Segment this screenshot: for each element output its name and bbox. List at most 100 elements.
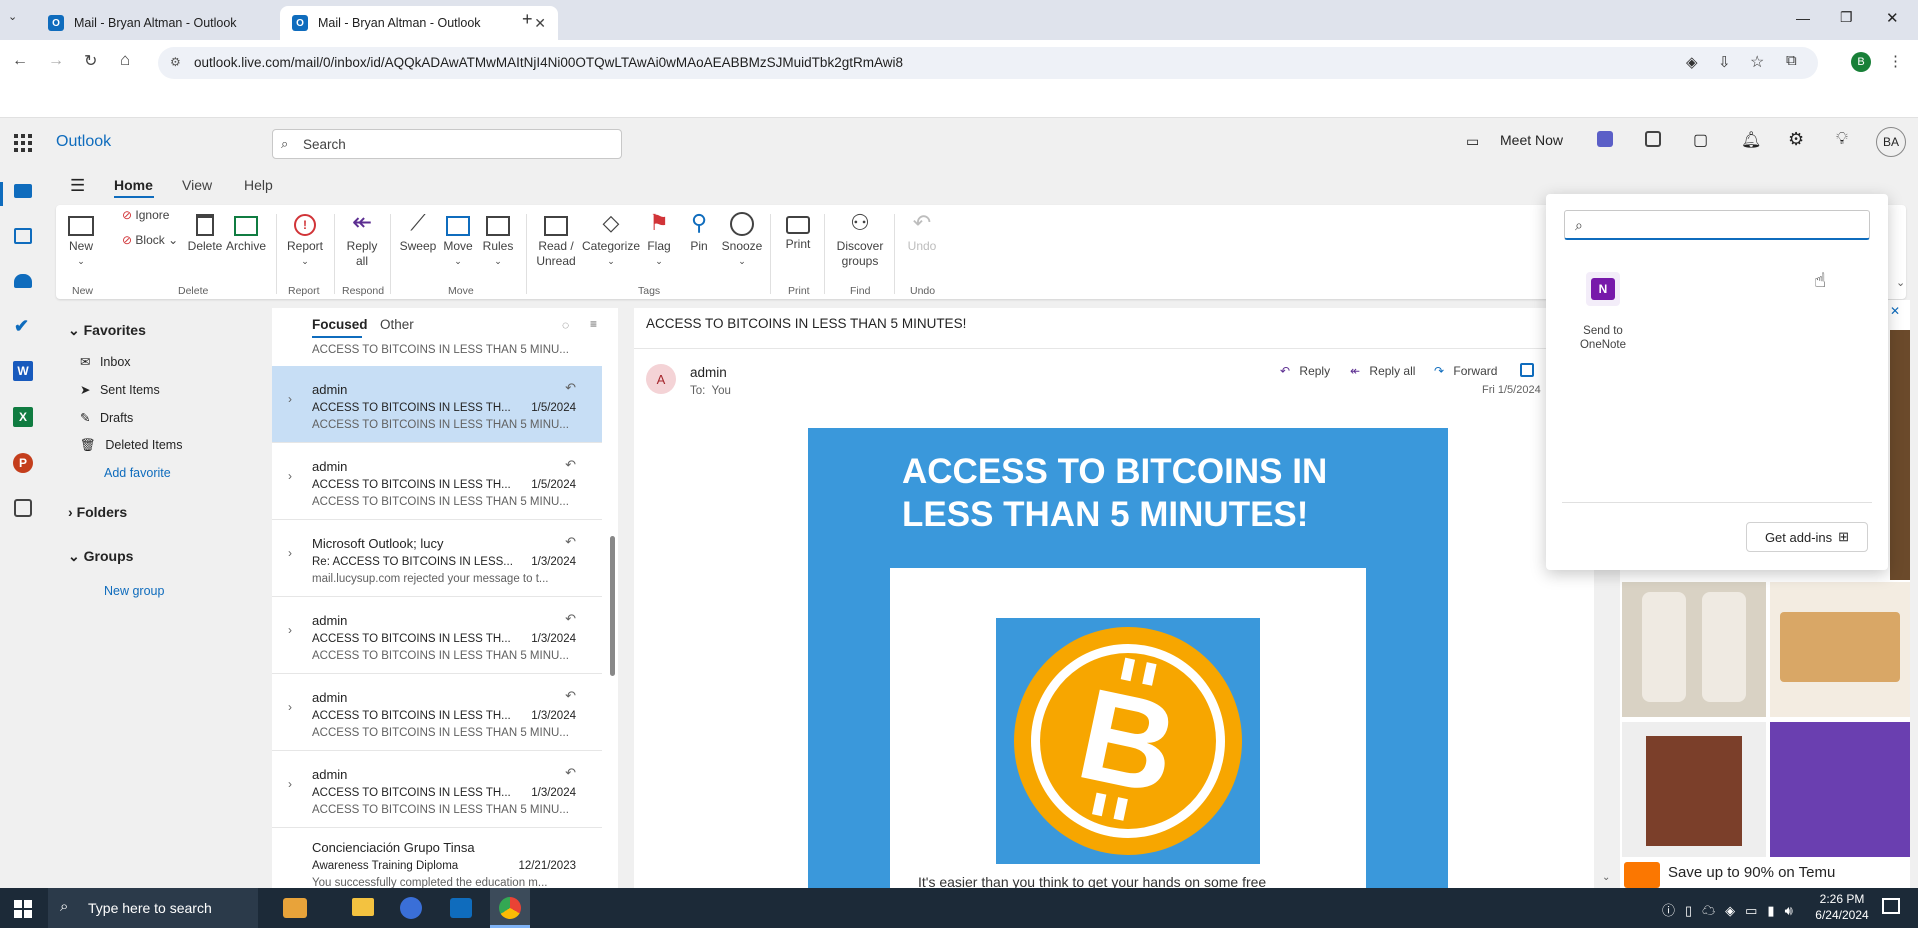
notifications-icon[interactable]: 🔔︎ [1741, 130, 1761, 150]
list-item[interactable]: Concienciación Grupo Tinsa Awareness Trai… [272, 828, 602, 888]
read-unread-button[interactable]: Read / Unread [534, 210, 578, 269]
sender-avatar[interactable]: A [646, 364, 676, 394]
address-bar[interactable]: ⚙ outlook.live.com/mail/0/inbox/id/AQQkA… [158, 47, 1818, 79]
taskbar-search[interactable]: ⌕ Type here to search [48, 888, 258, 928]
forward-icon[interactable]: → [48, 52, 64, 70]
flag-button[interactable]: ⚑ Flag ⌄ [644, 210, 674, 269]
system-tray-icons[interactable]: ⓘ▯☁◈▭▮🔊︎ [1662, 900, 1803, 919]
browser-tab[interactable]: OMail - Bryan Altman - Outlook✕ [36, 6, 314, 40]
list-item[interactable]: › Microsoft Outlook; lucy ↶ Re: ACCESS TO B… [272, 520, 602, 597]
chrome-taskbar-button[interactable] [490, 888, 530, 928]
list-item[interactable]: › admin ↶ ACCESS TO BITCOINS IN LESS TH... 1… [272, 443, 602, 520]
collapse-nav-icon[interactable]: ☰ [70, 176, 85, 196]
tab-focused[interactable]: Focused [312, 317, 368, 332]
tab-view[interactable]: View [182, 177, 212, 193]
new-group-link[interactable]: New group [104, 584, 164, 598]
close-tab-icon[interactable]: ✕ [534, 15, 546, 32]
notification-center-icon[interactable] [1882, 898, 1900, 914]
video-icon[interactable]: ▭ [1466, 133, 1479, 150]
expand-chevron-icon[interactable]: › [288, 700, 292, 714]
filter-icon[interactable]: ≡ [590, 317, 597, 331]
new-mail-button[interactable]: New ⌄ [62, 210, 100, 269]
outlook-taskbar-icon[interactable] [450, 898, 472, 918]
apps-icon[interactable] [1520, 363, 1534, 377]
office-icon[interactable] [1645, 131, 1661, 147]
favorites-header[interactable]: ⌄ Favorites [68, 322, 146, 339]
extensions-icon[interactable]: ⧉ [1786, 52, 1797, 69]
ad-image-jewelry-box[interactable] [1622, 722, 1766, 857]
reply-button[interactable]: ↶ Reply [1280, 364, 1330, 378]
pin-button[interactable]: ⚲ Pin [684, 210, 714, 254]
app-circle-icon[interactable] [400, 897, 422, 919]
reload-icon[interactable]: ↻ [84, 51, 97, 71]
report-button[interactable]: ! Report ⌄ [284, 210, 326, 269]
reply-all-action[interactable]: ↞ Reply all [1350, 364, 1415, 378]
expand-chevron-icon[interactable]: › [288, 469, 292, 483]
back-icon[interactable]: ← [12, 52, 28, 70]
teams-icon[interactable] [1597, 131, 1613, 147]
account-avatar[interactable]: BA [1876, 127, 1906, 157]
onenote-icon[interactable]: N [1586, 272, 1620, 306]
tracking-icon[interactable]: ◈ [1686, 53, 1698, 71]
list-item-partial[interactable]: ACCESS TO BITCOINS IN LESS THAN 5 MINU..… [312, 344, 569, 356]
folder-inbox[interactable]: ✉︎ Inbox [80, 354, 131, 369]
maximize-icon[interactable]: ❐ [1840, 9, 1853, 26]
ignore-button[interactable]: ⊘ Ignore [122, 208, 169, 222]
folder-drafts[interactable]: ✎ Drafts [80, 410, 133, 425]
minimize-icon[interactable]: — [1796, 10, 1810, 26]
delete-button[interactable]: Delete [184, 210, 226, 254]
list-item[interactable]: › admin ↶ ACCESS TO BITCOINS IN LESS TH... 1… [272, 366, 602, 443]
calendar-icon[interactable] [14, 228, 32, 244]
undo-button[interactable]: ↶ Undo [902, 210, 942, 254]
discover-groups-button[interactable]: ⚇ Discover groups [832, 210, 888, 269]
ad-close-icon[interactable]: ✕ [1890, 304, 1900, 318]
install-icon[interactable]: ⇩ [1718, 53, 1731, 71]
expand-chevron-icon[interactable]: › [288, 546, 292, 560]
ad-image-flowers[interactable] [1770, 722, 1910, 857]
archive-button[interactable]: Archive [224, 210, 268, 254]
file-explorer-icon[interactable] [352, 898, 374, 916]
expand-chevron-icon[interactable]: › [288, 777, 292, 791]
windows-start-icon[interactable] [14, 900, 32, 918]
people-icon[interactable] [14, 274, 32, 288]
home-icon[interactable]: ⌂ [120, 50, 130, 70]
sender-name[interactable]: admin [690, 365, 727, 380]
app-name[interactable]: Outlook [56, 133, 111, 151]
tab-home[interactable]: Home [114, 177, 153, 193]
ad-scroll-chevron-icon[interactable]: ⌄ [1602, 872, 1610, 883]
settings-gear-icon[interactable]: ⚙ [1788, 129, 1804, 150]
browser-menu-icon[interactable]: ⋮ [1888, 52, 1903, 70]
meet-now-button[interactable]: Meet Now [1500, 132, 1563, 148]
new-tab-icon[interactable]: + [522, 9, 533, 30]
folder-deleted[interactable]: 🗑︎ Deleted Items [80, 438, 182, 453]
ad-image-drawer[interactable] [1770, 582, 1910, 717]
reply-all-button[interactable]: ↞ Reply all [342, 210, 382, 269]
site-info-icon[interactable]: ⚙ [170, 55, 181, 69]
ad-text[interactable]: Save up to 90% on Temu [1668, 864, 1835, 881]
categorize-button[interactable]: ◇ Categorize ⌄ [580, 210, 642, 269]
word-icon[interactable]: W [13, 361, 33, 381]
briefcase-icon[interactable] [283, 898, 307, 918]
tab-help[interactable]: Help [244, 177, 273, 193]
groups-header[interactable]: ⌄ Groups [68, 548, 133, 565]
tab-search-icon[interactable]: ⌄ [8, 10, 17, 23]
move-button[interactable]: Move ⌄ [440, 210, 476, 269]
sweep-button[interactable]: ⟋ Sweep [398, 210, 438, 254]
add-favorite-link[interactable]: Add favorite [104, 466, 171, 480]
tips-lightbulb-icon[interactable]: 💡︎ [1836, 129, 1848, 149]
addins-search-input[interactable]: ⌕ [1564, 210, 1870, 240]
list-item[interactable]: › admin ↶ ACCESS TO BITCOINS IN LESS TH... 1… [272, 751, 602, 828]
expand-chevron-icon[interactable]: › [288, 623, 292, 637]
ribbon-expand-chevron-icon[interactable]: ⌄ [1896, 276, 1905, 289]
mail-icon[interactable] [14, 184, 32, 198]
my-day-icon[interactable]: ▢ [1693, 130, 1708, 150]
clock[interactable]: 2:26 PM 6/24/2024 [1810, 892, 1874, 922]
profile-avatar[interactable]: B [1851, 52, 1871, 72]
block-button[interactable]: ⊘ Block ⌄ [122, 233, 178, 247]
app-launcher-icon[interactable] [14, 134, 32, 152]
ad-image-cups[interactable] [1622, 582, 1766, 717]
ad-image-furniture[interactable] [1890, 330, 1910, 580]
send-to-onenote-label[interactable]: Send to OneNote [1564, 324, 1642, 352]
todo-check-icon[interactable]: ✔ [14, 316, 29, 337]
print-button[interactable]: Print [780, 210, 816, 252]
